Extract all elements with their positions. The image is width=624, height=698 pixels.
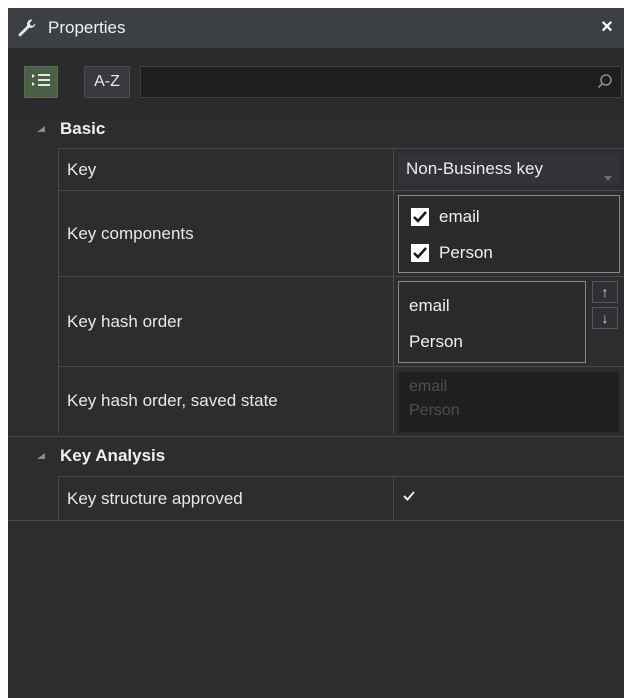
property-name-key-structure-approved: Key structure approved [58, 477, 394, 520]
property-value-key-structure-approved [394, 477, 624, 520]
saved-hash-order-item: email [409, 378, 448, 395]
alphabetical-sort-button[interactable]: A-Z [84, 66, 130, 98]
property-name-key-components: Key components [58, 191, 394, 276]
close-button[interactable]: × [596, 16, 618, 38]
property-row-key-structure-approved: Key structure approved [58, 476, 624, 520]
property-value-key-hash-order: email Person ↑ ↓ [394, 277, 624, 366]
toolbar: A-Z [8, 48, 624, 116]
title-bar: Properties × [8, 8, 624, 48]
key-type-dropdown[interactable]: Non-Business key [398, 153, 620, 185]
property-row-key-hash-order: Key hash order email Person ↑ ↓ [58, 276, 624, 366]
panel-title: Properties [48, 18, 126, 37]
property-name-key: Key [58, 149, 394, 190]
section-basic[interactable]: Basic [8, 110, 624, 148]
checkbox-checked-icon[interactable] [411, 244, 429, 262]
move-up-button[interactable]: ↑ [592, 281, 618, 303]
dropdown-arrow-icon[interactable] [604, 166, 612, 186]
property-name-key-hash-order-saved: Key hash order, saved state [58, 367, 394, 434]
key-type-selected: Non-Business key [406, 159, 544, 178]
key-structure-approved-checkbox[interactable] [402, 489, 416, 507]
section-basic-label: Basic [60, 119, 106, 138]
property-row-key-hash-order-saved: Key hash order, saved state email Person [58, 366, 624, 434]
key-component-label: email [439, 207, 480, 226]
categorized-view-button[interactable] [24, 66, 58, 98]
key-hash-order-list: email Person [398, 281, 586, 363]
categorized-list-icon [31, 72, 51, 93]
property-value-key-components: email Person [394, 191, 624, 276]
property-name-key-hash-order: Key hash order [58, 277, 394, 366]
key-component-email[interactable]: email [411, 204, 480, 230]
hash-order-item[interactable]: email [409, 296, 450, 316]
key-components-checklist: email Person [398, 195, 620, 273]
property-value-key-hash-order-saved: email Person [394, 367, 624, 434]
search-box [140, 66, 622, 98]
saved-hash-order-item: Person [409, 402, 460, 419]
move-down-button[interactable]: ↓ [592, 307, 618, 329]
search-input[interactable] [145, 69, 589, 97]
search-icon[interactable] [597, 73, 613, 94]
checkbox-checked-icon[interactable] [411, 208, 429, 226]
key-component-label: Person [439, 243, 493, 262]
section-key-analysis[interactable]: Key Analysis [8, 436, 624, 475]
key-component-person[interactable]: Person [411, 240, 493, 266]
hash-order-item[interactable]: Person [409, 332, 463, 352]
section-key-analysis-label: Key Analysis [60, 446, 166, 465]
property-value-key: Non-Business key [394, 149, 624, 190]
wrench-icon [16, 17, 38, 39]
saved-hash-order-list: email Person [398, 371, 620, 433]
grid-bottom-line [8, 520, 624, 521]
collapse-arrow-icon[interactable] [36, 451, 46, 461]
property-row-key: Key Non-Business key [58, 148, 624, 190]
collapse-arrow-icon[interactable] [36, 124, 46, 134]
property-row-key-components: Key components email Person [58, 190, 624, 276]
properties-panel: Properties × A-Z Basic Key Non-Business … [8, 8, 624, 698]
